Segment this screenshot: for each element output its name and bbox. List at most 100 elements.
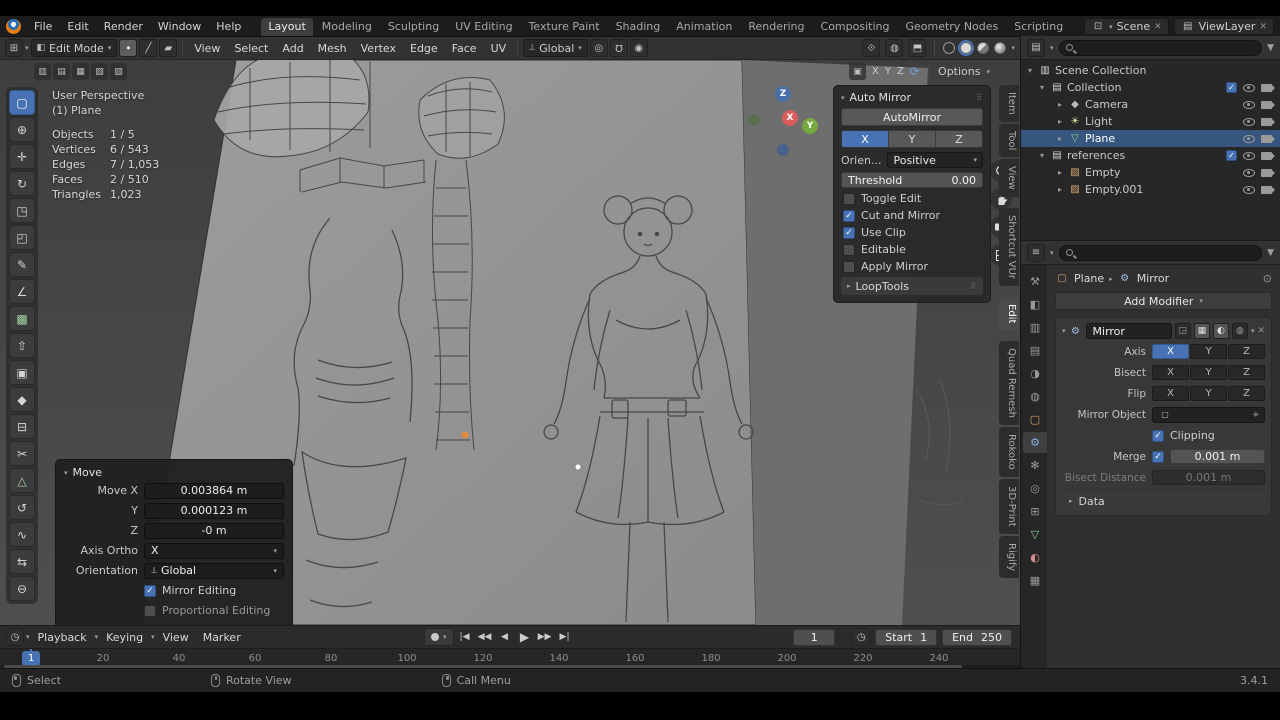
tool-spin[interactable]: ↺ bbox=[9, 495, 35, 520]
eye-icon[interactable] bbox=[1243, 101, 1255, 109]
move-x-field[interactable]: 0.003864 m bbox=[144, 483, 284, 499]
tool-knife[interactable]: ✂ bbox=[9, 441, 35, 466]
eyedropper-icon[interactable]: ⌖ bbox=[1253, 408, 1259, 422]
axis-x-toggle[interactable]: X bbox=[1152, 344, 1189, 359]
active-vertex-dot[interactable] bbox=[462, 432, 469, 439]
tool-smooth[interactable]: ∿ bbox=[9, 522, 35, 547]
render-visibility-icon[interactable] bbox=[1261, 169, 1272, 177]
menu-help[interactable]: Help bbox=[209, 18, 248, 36]
tool-annotate[interactable]: ✎ bbox=[9, 252, 35, 277]
threshold-slider[interactable]: Threshold 0.00 bbox=[841, 172, 983, 188]
clipping-checkbox[interactable] bbox=[1152, 430, 1164, 442]
properties-tab-constraints[interactable]: ⊞ bbox=[1023, 501, 1047, 522]
jump-to-start-button[interactable]: |◀ bbox=[456, 628, 474, 646]
cut-and-mirror-checkbox[interactable] bbox=[843, 210, 855, 222]
looptools-panel-header[interactable]: ▸ LoopTools ⠿ bbox=[841, 277, 983, 295]
face-select-mode-icon[interactable]: ▰ bbox=[159, 39, 177, 57]
current-frame-field[interactable]: 1 bbox=[793, 629, 835, 646]
tool-scale[interactable]: ◳ bbox=[9, 198, 35, 223]
workspace-tab-texture-paint[interactable]: Texture Paint bbox=[522, 18, 607, 36]
editor-type-icon[interactable]: ⊞ bbox=[5, 39, 23, 57]
viewport-3d[interactable]: ▥ ▤ ▦ ▧ ▨ ▣ X Y Z ⟳ Options ▾ ▢ ⊕ ✛ ↻ ◳ … bbox=[0, 60, 1020, 625]
tab-3d-print[interactable]: 3D-Print bbox=[999, 479, 1019, 534]
workspace-tab-geometry-nodes[interactable]: Geometry Nodes bbox=[898, 18, 1005, 36]
axis-z-toggle[interactable]: Z bbox=[936, 131, 982, 147]
tool-shrink-fatten[interactable]: ⊖ bbox=[9, 576, 35, 601]
editable-checkbox[interactable] bbox=[843, 244, 855, 256]
outliner-row-plane[interactable]: ▸ ▽ Plane bbox=[1021, 130, 1280, 147]
properties-tab-tool[interactable]: ⚒ bbox=[1023, 271, 1047, 292]
workspace-tab-animation[interactable]: Animation bbox=[669, 18, 739, 36]
tool-rotate[interactable]: ↻ bbox=[9, 171, 35, 196]
filter-icon[interactable]: ▼ bbox=[1267, 43, 1274, 53]
falloff-linear-icon[interactable]: ▨ bbox=[110, 63, 127, 80]
vertex-select-mode-icon[interactable]: ∙ bbox=[119, 39, 137, 57]
properties-search-input[interactable] bbox=[1077, 247, 1256, 258]
add-modifier-button[interactable]: Add Modifier ▾ bbox=[1055, 292, 1272, 310]
tool-move[interactable]: ✛ bbox=[9, 144, 35, 169]
merge-checkbox[interactable] bbox=[1152, 451, 1164, 463]
gizmo-axis-y-neg[interactable] bbox=[748, 114, 760, 126]
tab-rokoko[interactable]: Rokoko bbox=[999, 427, 1019, 477]
show-overlays-icon[interactable]: ◍ bbox=[885, 39, 903, 57]
use-clip-checkbox[interactable] bbox=[843, 227, 855, 239]
blender-logo-icon[interactable] bbox=[6, 19, 21, 34]
mirror-object-field[interactable]: ▢ ⌖ bbox=[1152, 407, 1265, 423]
tool-bevel[interactable]: ◆ bbox=[9, 387, 35, 412]
tab-edit[interactable]: Edit bbox=[999, 297, 1019, 330]
workspace-tab-rendering[interactable]: Rendering bbox=[741, 18, 811, 36]
outliner-row-empty[interactable]: ▸ ▨ Empty bbox=[1021, 164, 1280, 181]
menu-vertex[interactable]: Vertex bbox=[355, 41, 402, 56]
menu-render[interactable]: Render bbox=[97, 18, 150, 36]
disclosure-icon[interactable]: ▾ bbox=[1037, 83, 1047, 92]
gizmo-axis-z[interactable]: Z bbox=[775, 86, 791, 102]
close-icon[interactable]: ✕ bbox=[1257, 326, 1265, 336]
tool-select-box[interactable]: ▢ bbox=[9, 90, 35, 115]
bisect-distance-field[interactable]: 0.001 m bbox=[1152, 470, 1265, 485]
workspace-tab-uv-editing[interactable]: UV Editing bbox=[448, 18, 519, 36]
outliner-row-camera[interactable]: ▸ ◆ Camera bbox=[1021, 96, 1280, 113]
mirror-editing-checkbox[interactable] bbox=[144, 585, 156, 597]
menu-playback[interactable]: Playback bbox=[32, 630, 93, 645]
render-visibility-icon[interactable] bbox=[1261, 101, 1272, 109]
options-menu[interactable]: Options bbox=[938, 65, 980, 78]
menu-mesh[interactable]: Mesh bbox=[312, 41, 353, 56]
menu-uv[interactable]: UV bbox=[485, 41, 513, 56]
properties-tab-scene[interactable]: ◑ bbox=[1023, 363, 1047, 384]
menu-file[interactable]: File bbox=[27, 18, 59, 36]
falloff-sharp-icon[interactable]: ▧ bbox=[91, 63, 108, 80]
outliner-search-input[interactable] bbox=[1077, 42, 1256, 53]
collapse-icon[interactable]: ▾ bbox=[841, 94, 845, 102]
properties-tab-material[interactable]: ◐ bbox=[1023, 547, 1047, 568]
menu-view[interactable]: View bbox=[188, 41, 226, 56]
current-frame-badge[interactable]: 1 bbox=[22, 651, 40, 666]
preview-range-clock-icon[interactable]: ◷ bbox=[852, 628, 870, 646]
eye-icon[interactable] bbox=[1243, 152, 1255, 160]
render-visibility-icon[interactable] bbox=[1261, 118, 1272, 126]
disclosure-icon[interactable]: ▸ bbox=[1055, 168, 1065, 177]
editor-type-icon[interactable]: ≡ bbox=[1027, 244, 1045, 262]
flip-z-toggle[interactable]: Z bbox=[1228, 386, 1265, 401]
disclosure-icon[interactable]: ▸ bbox=[1055, 100, 1065, 109]
collection-checkbox[interactable] bbox=[1226, 150, 1237, 161]
properties-tab-modifiers[interactable]: ⚙ bbox=[1023, 432, 1047, 453]
tool-measure[interactable]: ∠ bbox=[9, 279, 35, 304]
tab-rigify[interactable]: Rigify bbox=[999, 536, 1019, 578]
move-y-field[interactable]: 0.000123 m bbox=[144, 503, 284, 519]
breadcrumb-modifier[interactable]: Mirror bbox=[1137, 272, 1169, 285]
auto-keying-toggle[interactable]: ▾ bbox=[424, 628, 454, 646]
properties-tab-texture[interactable]: ▦ bbox=[1023, 570, 1047, 591]
eye-icon[interactable] bbox=[1243, 118, 1255, 126]
editor-type-icon[interactable]: ◷ bbox=[6, 628, 24, 646]
render-visibility-icon[interactable] bbox=[1261, 152, 1272, 160]
disclosure-icon[interactable]: ▾ bbox=[1037, 151, 1047, 160]
selected-vertex-dot[interactable] bbox=[576, 465, 581, 470]
workspace-tab-modeling[interactable]: Modeling bbox=[315, 18, 379, 36]
tool-extrude-region[interactable]: ⇧ bbox=[9, 333, 35, 358]
axis-x-toggle[interactable]: X bbox=[842, 131, 889, 147]
disclosure-icon[interactable]: ▾ bbox=[1025, 66, 1035, 75]
navigation-gizmo[interactable]: Z X Y bbox=[738, 82, 830, 168]
close-icon[interactable]: ✕ bbox=[1259, 22, 1267, 32]
properties-tab-object-data[interactable]: ▽ bbox=[1023, 524, 1047, 545]
eye-icon[interactable] bbox=[1243, 84, 1255, 92]
